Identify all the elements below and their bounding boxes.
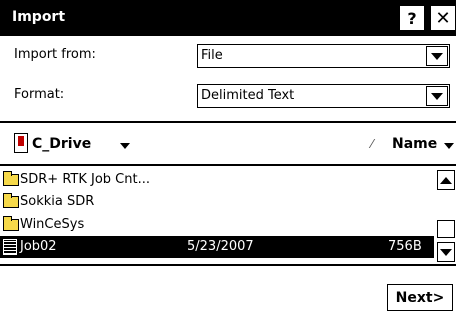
format-dropdown-button[interactable] bbox=[426, 86, 448, 106]
import-from-label: Import from: bbox=[14, 47, 96, 62]
item-size: 756B bbox=[388, 239, 422, 254]
import-from-dropdown-button[interactable] bbox=[426, 46, 448, 66]
import-from-value: File bbox=[201, 48, 223, 63]
item-name: Sokkia SDR bbox=[20, 194, 95, 209]
list-item[interactable]: SDR+ RTK Job Cnt... bbox=[0, 169, 434, 191]
scroll-thumb[interactable] bbox=[437, 220, 455, 238]
chevron-down-icon bbox=[431, 92, 443, 100]
chevron-down-icon bbox=[431, 52, 443, 60]
vertical-scrollbar[interactable] bbox=[436, 166, 456, 262]
scroll-up-button[interactable] bbox=[437, 170, 455, 190]
close-button[interactable]: ✕ bbox=[430, 5, 456, 31]
folder-icon bbox=[3, 171, 19, 186]
drive-icon bbox=[14, 133, 28, 153]
chevron-down-icon bbox=[440, 248, 452, 256]
file-list: SDR+ RTK Job Cnt... Sokkia SDR WinCeSys … bbox=[0, 166, 456, 262]
format-value: Delimited Text bbox=[201, 88, 295, 103]
divider bbox=[0, 121, 456, 123]
import-from-select[interactable]: File bbox=[197, 44, 450, 68]
folder-icon bbox=[3, 193, 19, 208]
scroll-down-button[interactable] bbox=[437, 242, 455, 262]
format-label: Format: bbox=[14, 87, 65, 102]
dialog-title: Import bbox=[12, 9, 66, 25]
list-item-selected[interactable]: Job02 5/23/2007 756B bbox=[0, 236, 434, 258]
title-bar: Import ? ✕ bbox=[0, 0, 456, 36]
list-item[interactable]: Sokkia SDR bbox=[0, 191, 434, 213]
item-name: Job02 bbox=[20, 239, 57, 254]
divider bbox=[0, 264, 456, 266]
item-date: 5/23/2007 bbox=[187, 239, 254, 254]
item-name: WinCeSys bbox=[20, 217, 85, 232]
help-button[interactable]: ? bbox=[399, 5, 425, 31]
format-select[interactable]: Delimited Text bbox=[197, 84, 450, 108]
list-item[interactable]: WinCeSys bbox=[0, 214, 434, 236]
drive-label: C_Drive bbox=[32, 136, 92, 152]
file-icon bbox=[3, 239, 17, 255]
chevron-down-icon bbox=[444, 143, 454, 149]
item-name: SDR+ RTK Job Cnt... bbox=[20, 172, 150, 187]
chevron-down-icon bbox=[120, 143, 130, 149]
sort-direction-indicator: ⁄ bbox=[371, 137, 374, 151]
next-button[interactable]: Next> bbox=[387, 284, 453, 311]
browser-header: C_Drive ⁄ Name bbox=[0, 124, 456, 164]
chevron-up-icon bbox=[440, 176, 452, 184]
sort-column-label: Name bbox=[392, 136, 438, 152]
folder-icon bbox=[3, 216, 19, 231]
